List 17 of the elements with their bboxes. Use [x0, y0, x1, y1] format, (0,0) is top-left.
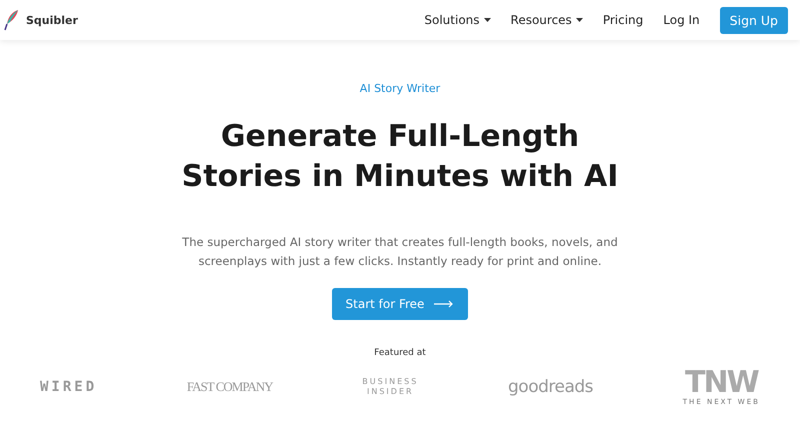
press-logo-text: FAST COMPANY: [186, 379, 273, 395]
press-logo-text: WIRED: [40, 379, 98, 395]
press-logo-text: BUSINESS: [362, 377, 418, 387]
eyebrow-label: AI Story Writer: [360, 82, 440, 95]
brand-name[interactable]: Squibler: [26, 14, 78, 26]
feather-logo-icon: [4, 9, 20, 31]
arrow-right-icon: [434, 300, 454, 308]
hero-heading: Generate Full-Length Stories in Minutes with AI: [182, 118, 618, 196]
hero-description: The supercharged AI story writer that creates full-length books, novels, and screenplays with just a few clicks. Instantly ready for print and online.: [181, 234, 619, 270]
featured-label: Featured at: [374, 348, 426, 358]
nav-link[interactable]: Log In: [663, 13, 700, 27]
press-logo-text: goodreads: [508, 377, 594, 397]
press-logo-text: INSIDER: [367, 387, 414, 397]
nav-link[interactable]: Pricing: [602, 13, 644, 27]
press-logo-text: TNW: [685, 368, 758, 398]
nav-link[interactable]: Resources: [510, 13, 583, 27]
nav-link[interactable]: Solutions: [424, 13, 491, 27]
